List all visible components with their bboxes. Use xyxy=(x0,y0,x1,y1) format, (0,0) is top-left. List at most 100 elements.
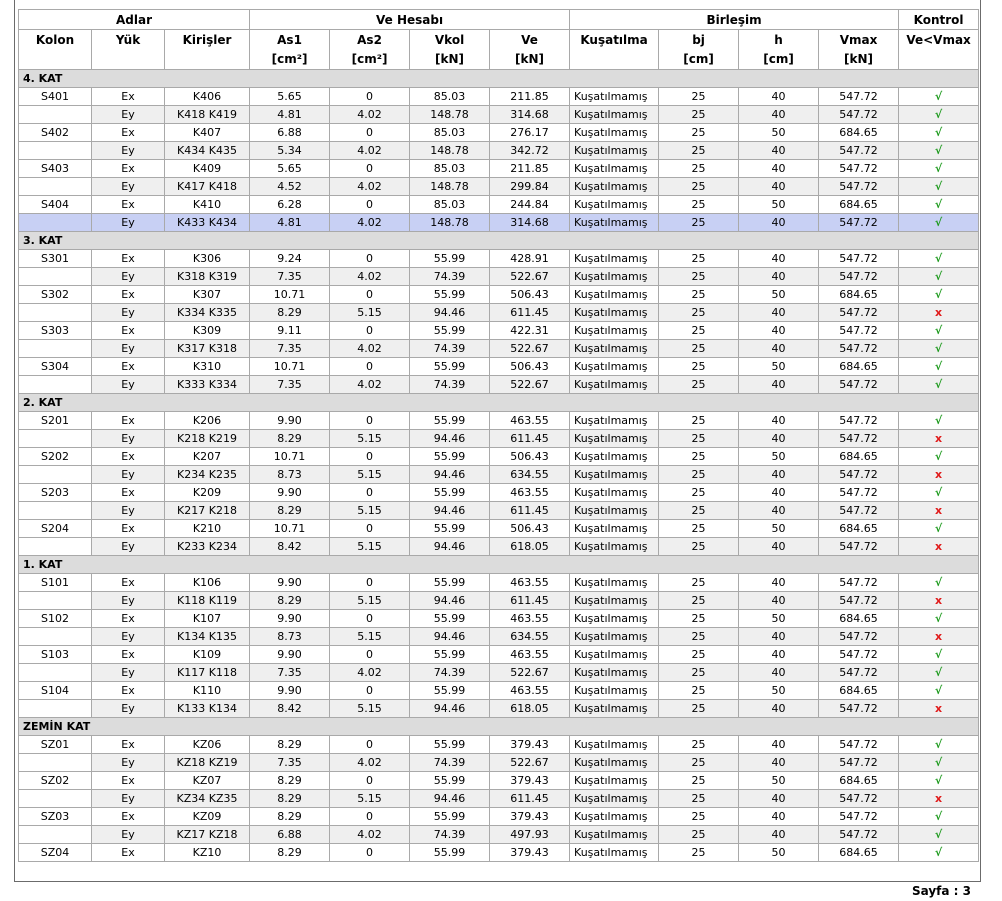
column-id-cell xyxy=(18,591,92,610)
table-cell: 94.46 xyxy=(409,303,491,322)
table-cell: 25 xyxy=(658,645,740,664)
table-cell: 85.03 xyxy=(409,87,491,106)
table-cell: 634.55 xyxy=(489,627,571,646)
table-cell: Kuşatılmamış xyxy=(569,627,660,646)
table-cell: K207 xyxy=(163,447,251,466)
table-cell: 5.15 xyxy=(329,303,411,322)
check-cell: √ xyxy=(898,645,980,664)
table-cell: 5.15 xyxy=(329,501,411,520)
group-header-control: Kontrol xyxy=(898,9,980,30)
table-cell: 40 xyxy=(738,321,820,340)
table-row: SZ01 Ex KZ06 8.29 0 55.99 379.43 Kuşatılmamış 25… xyxy=(18,735,980,754)
table-cell: 0 xyxy=(329,807,411,826)
fail-x-icon: x xyxy=(935,503,943,517)
table-cell: 684.65 xyxy=(818,771,900,790)
table-row: S301 Ex K306 9.24 0 55.99 428.91 Kuşatılmamış 25… xyxy=(18,249,980,268)
table-cell: Kuşatılmamış xyxy=(569,321,660,340)
table-cell: Ey xyxy=(91,177,165,196)
fail-x-icon: x xyxy=(935,791,943,805)
column-header-unit: [cm²] xyxy=(271,52,308,66)
table-cell: 25 xyxy=(658,627,740,646)
table-cell: 25 xyxy=(658,249,740,268)
table-cell: 7.35 xyxy=(249,375,331,394)
column-header-unit: [cm] xyxy=(683,52,714,66)
table-cell: 611.45 xyxy=(489,789,571,808)
table-cell: 10.71 xyxy=(249,357,331,376)
table-cell: 5.34 xyxy=(249,141,331,160)
column-id-cell xyxy=(18,339,92,358)
check-cell: √ xyxy=(898,753,980,772)
table-cell: 522.67 xyxy=(489,753,571,772)
table-cell: Kuşatılmamış xyxy=(569,429,660,448)
table-cell: 5.15 xyxy=(329,429,411,448)
table-cell: 25 xyxy=(658,465,740,484)
table-cell: 50 xyxy=(738,285,820,304)
table-cell: 74.39 xyxy=(409,267,491,286)
column-id-cell xyxy=(18,267,92,286)
table-cell: 428.91 xyxy=(489,249,571,268)
table-cell: 40 xyxy=(738,807,820,826)
table-cell: 25 xyxy=(658,483,740,502)
table-cell: 94.46 xyxy=(409,627,491,646)
table-cell: K418 K419 xyxy=(163,105,251,124)
table-cell: K309 xyxy=(163,321,251,340)
table-cell: 547.72 xyxy=(818,645,900,664)
checkmark-icon: √ xyxy=(934,161,943,175)
column-header: Yük xyxy=(91,29,165,70)
table-cell: 55.99 xyxy=(409,573,491,592)
column-id-cell: SZ03 xyxy=(18,807,92,826)
table-cell: 0 xyxy=(329,321,411,340)
table-cell: 25 xyxy=(658,573,740,592)
checkmark-icon: √ xyxy=(934,809,943,823)
floor-section-title: 4. KAT xyxy=(17,69,980,88)
column-id-cell: S404 xyxy=(18,195,92,214)
column-header-label: Yük xyxy=(115,33,141,47)
table-cell: 148.78 xyxy=(409,141,491,160)
fail-x-icon: x xyxy=(935,539,943,553)
table-cell: 547.72 xyxy=(818,789,900,808)
column-header: Kuşatılma xyxy=(569,29,660,70)
table-cell: 40 xyxy=(738,411,820,430)
column-header-label: bj xyxy=(692,33,705,47)
check-cell: √ xyxy=(898,339,980,358)
table-cell: 244.84 xyxy=(489,195,571,214)
table-cell: 4.02 xyxy=(329,375,411,394)
column-id-cell xyxy=(18,141,92,160)
table-cell: 40 xyxy=(738,627,820,646)
table-cell: 10.71 xyxy=(249,519,331,538)
table-cell: 25 xyxy=(658,771,740,790)
column-header: Vkol [kN] xyxy=(409,29,491,70)
column-header-label: Vmax xyxy=(839,33,878,47)
table-cell: 40 xyxy=(738,753,820,772)
table-cell: 25 xyxy=(658,807,740,826)
table-cell: 9.90 xyxy=(249,483,331,502)
table-cell: 0 xyxy=(329,573,411,592)
table-cell: 50 xyxy=(738,771,820,790)
table-row: S204 Ex K210 10.71 0 55.99 506.43 Kuşatılmamış 2… xyxy=(18,519,980,538)
table-cell: 25 xyxy=(658,195,740,214)
checkmark-icon: √ xyxy=(934,413,943,427)
group-header-names: Adlar xyxy=(17,9,251,30)
table-row: Ey K318 K319 7.35 4.02 74.39 522.67 Kuşatılmam… xyxy=(18,267,980,286)
table-cell: 5.15 xyxy=(329,537,411,556)
table-cell: KZ06 xyxy=(163,735,251,754)
table-cell: 547.72 xyxy=(818,501,900,520)
table-cell: 25 xyxy=(658,537,740,556)
table-row: SZ04 Ex KZ10 8.29 0 55.99 379.43 Kuşatılmamış 25… xyxy=(18,843,980,862)
table-row: Ey K434 K435 5.34 4.02 148.78 342.72 Kuşatılma… xyxy=(18,141,980,160)
table-cell: 9.90 xyxy=(249,681,331,700)
table-cell: 50 xyxy=(738,357,820,376)
table-cell: Kuşatılmamış xyxy=(569,735,660,754)
table-cell: 618.05 xyxy=(489,699,571,718)
table-cell: 5.15 xyxy=(329,699,411,718)
table-cell: 9.90 xyxy=(249,573,331,592)
table-cell: 74.39 xyxy=(409,825,491,844)
column-header-label: Kuşatılma xyxy=(580,33,648,47)
table-cell: 55.99 xyxy=(409,735,491,754)
table-cell: 50 xyxy=(738,195,820,214)
check-cell: √ xyxy=(898,321,980,340)
table-cell: Ey xyxy=(91,465,165,484)
table-cell: 211.85 xyxy=(489,159,571,178)
table-cell: 522.67 xyxy=(489,267,571,286)
table-cell: 497.93 xyxy=(489,825,571,844)
